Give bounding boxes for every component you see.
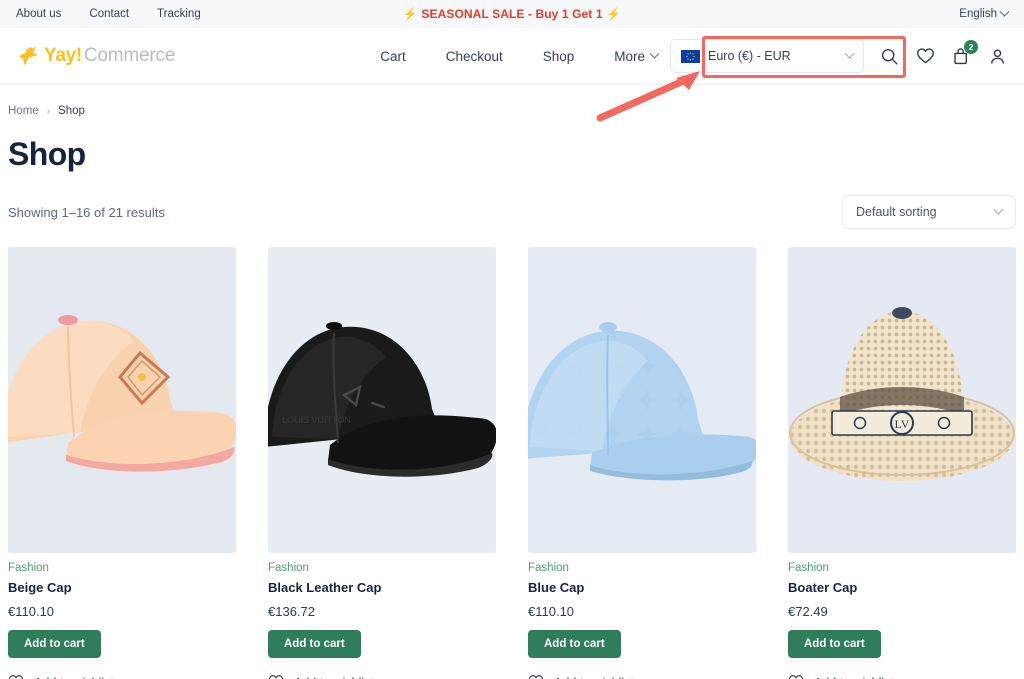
add-to-cart-button[interactable]: Add to cart — [528, 630, 621, 658]
add-to-cart-button[interactable]: Add to cart — [788, 630, 881, 658]
results-count: Showing 1–16 of 21 results — [8, 204, 165, 220]
product-category[interactable]: Fashion — [788, 562, 1016, 574]
heart-icon[interactable] — [914, 45, 936, 67]
chevron-down-icon — [993, 204, 1004, 215]
product-price: €136.72 — [268, 604, 315, 619]
topbar-link-tracking[interactable]: Tracking — [157, 8, 201, 20]
product-card: Fashion Beige Cap €110.10 Add to cart Ad… — [8, 247, 236, 679]
chevron-down-icon — [844, 48, 855, 59]
heart-icon — [528, 674, 544, 679]
yay-figure-icon — [16, 43, 42, 69]
eu-flag-icon — [681, 49, 700, 63]
breadcrumb-separator-icon: › — [46, 105, 51, 117]
site-logo[interactable]: Yay! Commerce — [16, 43, 175, 69]
product-category[interactable]: Fashion — [8, 562, 236, 574]
page-content: Home › Shop Shop Showing 1–16 of 21 resu… — [0, 85, 1024, 679]
product-category[interactable]: Fashion — [268, 562, 496, 574]
nav-more-label: More — [614, 48, 646, 64]
beige-baseball-cap-image[interactable] — [8, 247, 236, 553]
svg-text:LOUIS VUITTON: LOUIS VUITTON — [282, 415, 351, 425]
cart-count-badge: 2 — [964, 40, 978, 54]
top-announcement-bar: About us Contact Tracking ⚡ SEASONAL SAL… — [0, 0, 1024, 28]
topbar-links: About us Contact Tracking — [16, 8, 201, 20]
breadcrumb-home[interactable]: Home — [8, 105, 39, 117]
product-card: Fashion Blue Cap €110.10 Add to cart Add… — [528, 247, 756, 679]
product-price: €110.10 — [8, 604, 55, 619]
sorting-value: Default sorting — [856, 205, 937, 219]
chevron-down-icon — [999, 6, 1010, 17]
topbar-link-contact[interactable]: Contact — [89, 8, 129, 20]
add-to-wishlist-button[interactable]: Add to wishlist — [528, 674, 756, 679]
nav-item-more[interactable]: More — [614, 48, 660, 64]
product-price: €72.49 — [788, 604, 828, 619]
currency-value: Euro (€) - EUR — [708, 49, 791, 63]
language-label: English — [959, 8, 997, 20]
product-grid: Fashion Beige Cap €110.10 Add to cart Ad… — [8, 247, 1016, 679]
chevron-down-icon — [649, 48, 660, 59]
user-icon[interactable] — [986, 45, 1008, 67]
heart-icon — [788, 674, 804, 679]
black-leather-cap-image[interactable]: LOUIS VUITTON — [268, 247, 496, 553]
blue-monogram-cap-image[interactable] — [528, 247, 756, 553]
breadcrumb-current: Shop — [58, 105, 85, 117]
product-price: €110.10 — [528, 604, 575, 619]
lightning-bolt-icon-left: ⚡ — [402, 7, 418, 21]
product-card: LOUIS VUITTON Fashion Black Leather Cap … — [268, 247, 496, 679]
product-card: LV Fashion Boater Cap €72.49 Add to cart… — [788, 247, 1016, 679]
add-to-cart-button[interactable]: Add to cart — [8, 630, 101, 658]
heart-icon — [8, 674, 24, 679]
product-name[interactable]: Boater Cap — [788, 580, 1016, 595]
search-icon[interactable] — [878, 45, 900, 67]
add-to-wishlist-button[interactable]: Add to wishlist — [268, 674, 496, 679]
svg-text:LV: LV — [895, 417, 910, 431]
page-title: Shop — [8, 136, 86, 172]
promo-message: SEASONAL SALE - Buy 1 Get 1 — [421, 7, 603, 21]
site-header: Yay! Commerce Cart Checkout Shop More Eu… — [0, 28, 1024, 85]
lightning-bolt-icon-right: ⚡ — [606, 7, 622, 21]
heart-icon — [268, 674, 284, 679]
logo-text-secondary: Commerce — [83, 45, 176, 66]
add-to-wishlist-button[interactable]: Add to wishlist — [788, 674, 1016, 679]
language-selector[interactable]: English — [959, 6, 1010, 20]
nav-item-checkout[interactable]: Checkout — [446, 49, 503, 64]
breadcrumb: Home › Shop — [8, 85, 1016, 117]
straw-boater-hat-image[interactable]: LV — [788, 247, 1016, 553]
results-toolbar: Showing 1–16 of 21 results Default sorti… — [8, 195, 1016, 229]
currency-selector[interactable]: Euro (€) - EUR — [670, 39, 864, 73]
topbar-link-about-us[interactable]: About us — [16, 8, 61, 20]
product-name[interactable]: Beige Cap — [8, 580, 236, 595]
nav-item-shop[interactable]: Shop — [543, 49, 575, 64]
logo-text-primary: Yay! — [44, 45, 82, 66]
header-actions: Euro (€) - EUR 2 — [670, 39, 1008, 73]
nav-item-cart[interactable]: Cart — [380, 49, 406, 64]
main-navigation: Cart Checkout Shop More — [380, 48, 660, 64]
product-category[interactable]: Fashion — [528, 562, 756, 574]
add-to-wishlist-button[interactable]: Add to wishlist — [8, 674, 236, 679]
add-to-cart-button[interactable]: Add to cart — [268, 630, 361, 658]
sorting-dropdown[interactable]: Default sorting — [842, 195, 1016, 229]
product-name[interactable]: Blue Cap — [528, 580, 756, 595]
shopping-bag-icon[interactable]: 2 — [950, 40, 978, 67]
product-name[interactable]: Black Leather Cap — [268, 580, 496, 595]
